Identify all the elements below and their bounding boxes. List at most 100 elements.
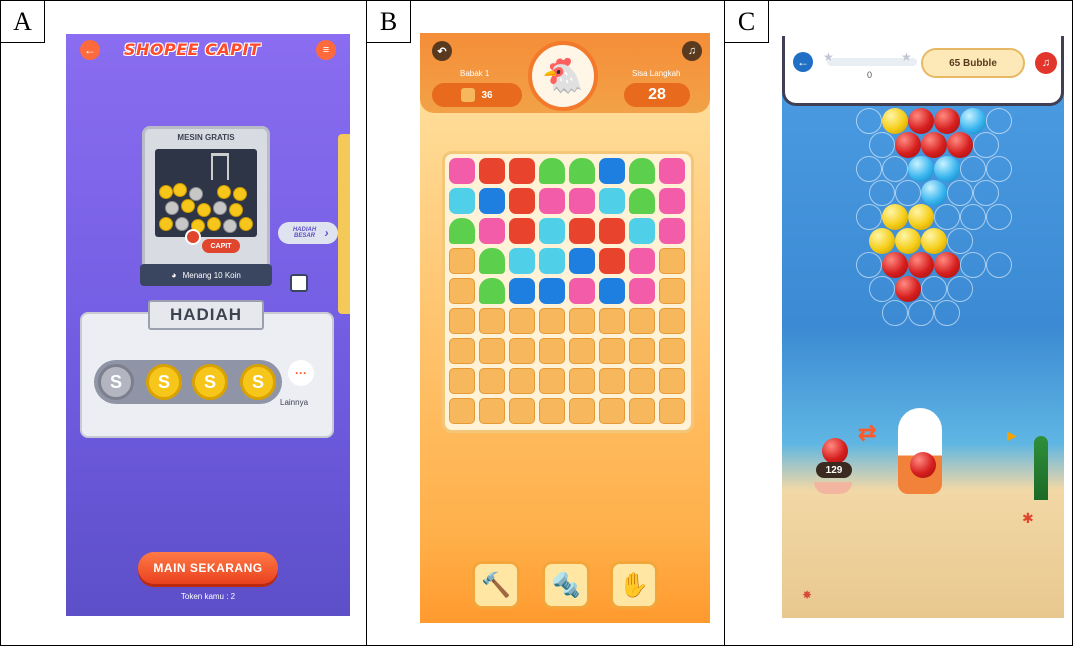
candy-blue[interactable] bbox=[569, 248, 595, 274]
empty-cell[interactable] bbox=[599, 338, 625, 364]
empty-cell[interactable] bbox=[599, 398, 625, 424]
empty-cell[interactable] bbox=[629, 338, 655, 364]
candy-pink[interactable] bbox=[479, 218, 505, 244]
candy-cyan[interactable] bbox=[629, 218, 655, 244]
candy-cyan[interactable] bbox=[539, 248, 565, 274]
bubble-yellow bbox=[921, 228, 947, 254]
candy-red[interactable] bbox=[509, 188, 535, 214]
empty-cell[interactable] bbox=[569, 338, 595, 364]
empty-slot bbox=[947, 276, 973, 302]
play-now-button[interactable]: MAIN SEKARANG bbox=[138, 552, 278, 584]
game-board[interactable] bbox=[442, 151, 694, 433]
empty-cell[interactable] bbox=[449, 308, 475, 334]
empty-cell[interactable] bbox=[629, 398, 655, 424]
empty-cell[interactable] bbox=[569, 398, 595, 424]
back-button[interactable]: ↶ bbox=[432, 41, 452, 61]
empty-cell[interactable] bbox=[659, 278, 685, 304]
empty-cell[interactable] bbox=[629, 368, 655, 394]
music-button[interactable]: ♫ bbox=[682, 41, 702, 61]
score-value: 0 bbox=[867, 70, 873, 80]
empty-cell[interactable] bbox=[659, 308, 685, 334]
candy-green[interactable] bbox=[479, 278, 505, 304]
hammer-tool-button[interactable]: 🔨 bbox=[472, 561, 520, 609]
candy-red[interactable] bbox=[599, 248, 625, 274]
hadiah-besar-button[interactable]: HADIAH BESAR › bbox=[278, 222, 338, 244]
empty-cell[interactable] bbox=[479, 308, 505, 334]
candy-red[interactable] bbox=[509, 218, 535, 244]
glove-tool-button[interactable]: ✋ bbox=[610, 561, 658, 609]
candy-pink[interactable] bbox=[659, 188, 685, 214]
empty-cell[interactable] bbox=[449, 338, 475, 364]
empty-cell[interactable] bbox=[509, 338, 535, 364]
candy-blue[interactable] bbox=[509, 278, 535, 304]
candy-pink[interactable] bbox=[629, 278, 655, 304]
empty-cell[interactable] bbox=[539, 398, 565, 424]
joystick-icon[interactable] bbox=[185, 229, 201, 245]
empty-slot bbox=[960, 252, 986, 278]
empty-cell[interactable] bbox=[569, 308, 595, 334]
empty-cell[interactable] bbox=[479, 368, 505, 394]
candy-green[interactable] bbox=[539, 158, 565, 184]
music-button[interactable]: ♫ bbox=[1035, 52, 1057, 74]
empty-cell[interactable] bbox=[449, 368, 475, 394]
candy-green[interactable] bbox=[629, 158, 655, 184]
candy-pink[interactable] bbox=[659, 218, 685, 244]
candy-pink[interactable] bbox=[449, 158, 475, 184]
empty-cell[interactable] bbox=[539, 338, 565, 364]
empty-cell[interactable] bbox=[479, 338, 505, 364]
empty-cell[interactable] bbox=[659, 368, 685, 394]
empty-cell[interactable] bbox=[509, 308, 535, 334]
empty-cell[interactable] bbox=[509, 368, 535, 394]
back-button[interactable]: ← bbox=[793, 52, 813, 72]
empty-cell[interactable] bbox=[599, 368, 625, 394]
empty-slot bbox=[856, 108, 882, 134]
empty-cell[interactable] bbox=[479, 398, 505, 424]
candy-green[interactable] bbox=[569, 158, 595, 184]
candy-green[interactable] bbox=[629, 188, 655, 214]
empty-cell[interactable] bbox=[629, 308, 655, 334]
candy-red[interactable] bbox=[569, 218, 595, 244]
candy-blue[interactable] bbox=[599, 278, 625, 304]
candy-green[interactable] bbox=[479, 248, 505, 274]
chicken-shooter-icon bbox=[898, 408, 942, 494]
candy-cyan[interactable] bbox=[449, 188, 475, 214]
candy-red[interactable] bbox=[479, 158, 505, 184]
capit-button[interactable]: CAPIT bbox=[202, 239, 240, 253]
star-icon: ★ bbox=[823, 50, 834, 64]
candy-cyan[interactable] bbox=[599, 188, 625, 214]
empty-cell[interactable] bbox=[599, 308, 625, 334]
candy-blue[interactable] bbox=[539, 278, 565, 304]
menu-button[interactable]: ≡ bbox=[316, 40, 336, 60]
candy-blue[interactable] bbox=[479, 188, 505, 214]
candy-red[interactable] bbox=[509, 158, 535, 184]
coin-tray: S S S S bbox=[94, 360, 282, 404]
candy-pink[interactable] bbox=[539, 188, 565, 214]
empty-cell[interactable] bbox=[659, 248, 685, 274]
candy-blue[interactable] bbox=[599, 158, 625, 184]
swap-icon[interactable]: ⇄ bbox=[858, 420, 876, 446]
bubble-red bbox=[921, 132, 947, 158]
mallet-tool-button[interactable]: 🔩 bbox=[542, 561, 590, 609]
empty-cell[interactable] bbox=[659, 398, 685, 424]
empty-cell[interactable] bbox=[449, 398, 475, 424]
empty-cell[interactable] bbox=[539, 308, 565, 334]
fish-icon: ► bbox=[1004, 428, 1020, 445]
empty-cell[interactable] bbox=[509, 398, 535, 424]
candy-pink[interactable] bbox=[629, 248, 655, 274]
candy-pink[interactable] bbox=[569, 278, 595, 304]
empty-cell[interactable] bbox=[659, 338, 685, 364]
empty-cell[interactable] bbox=[449, 278, 475, 304]
candy-red[interactable] bbox=[599, 218, 625, 244]
back-button[interactable]: ← bbox=[80, 40, 100, 60]
empty-cell[interactable] bbox=[449, 248, 475, 274]
candy-pink[interactable] bbox=[569, 188, 595, 214]
coin-icon bbox=[175, 217, 189, 231]
bubble-red bbox=[934, 252, 960, 278]
candy-cyan[interactable] bbox=[539, 218, 565, 244]
candy-cyan[interactable] bbox=[509, 248, 535, 274]
more-button[interactable]: ··· bbox=[288, 360, 314, 386]
empty-cell[interactable] bbox=[539, 368, 565, 394]
candy-green[interactable] bbox=[449, 218, 475, 244]
empty-cell[interactable] bbox=[569, 368, 595, 394]
candy-pink[interactable] bbox=[659, 158, 685, 184]
